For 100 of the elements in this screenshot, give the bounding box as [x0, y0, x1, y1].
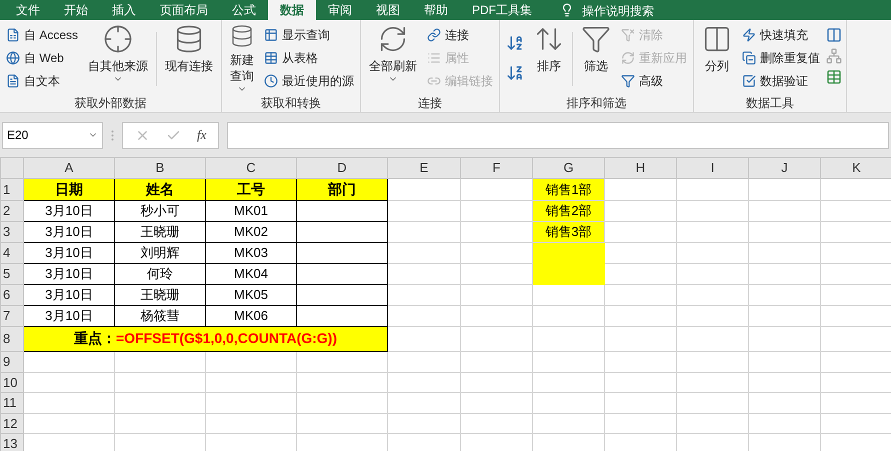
row-header[interactable]: 13 [0, 434, 24, 451]
column-header[interactable]: A [24, 158, 114, 178]
table-cell: 秒小可 [114, 200, 206, 222]
table-cell: 销售2部 [532, 200, 604, 222]
group-label: 获取外部数据 [74, 95, 148, 112]
select-all-corner[interactable] [0, 158, 24, 178]
table-cell: MK01 [206, 200, 296, 222]
column-header[interactable]: I [676, 158, 748, 178]
column-header[interactable]: E [388, 158, 460, 178]
ribbon-tab[interactable]: 页面布局 [148, 0, 220, 20]
row-header[interactable]: 12 [0, 413, 24, 434]
ribbon-tab[interactable]: 数据 [268, 0, 316, 20]
ribbon-tab[interactable]: 审阅 [316, 0, 364, 20]
link-icon [427, 28, 442, 42]
sort-ascending-icon [506, 34, 524, 52]
button-label: 分列 [705, 58, 730, 74]
button-label: 排序 [537, 58, 562, 74]
ribbon-button[interactable]: 最近使用的源 [262, 70, 356, 91]
ribbon-button[interactable]: 数据验证 [740, 70, 822, 91]
table-cell: MK05 [206, 284, 296, 306]
lightning-icon [742, 28, 756, 42]
ribbon-button[interactable]: 删除重复值 [740, 47, 822, 68]
ribbon-button[interactable]: 自文本 [4, 70, 80, 91]
insert-function-button[interactable]: fx [197, 125, 206, 145]
table-cell: 王晓珊 [114, 284, 206, 306]
ribbon-large-button[interactable]: 筛选 [577, 24, 616, 94]
table-cell: 销售3部 [532, 222, 604, 242]
button-label: 全部刷新 [369, 58, 418, 74]
name-box[interactable]: E20 [2, 122, 103, 148]
table-cell: 3月10日 [24, 242, 114, 264]
ribbon-large-button[interactable]: 排序 [530, 24, 568, 94]
refresh-icon [621, 50, 636, 64]
ribbon-tab[interactable]: 公式 [220, 0, 268, 20]
row-header[interactable]: 4 [0, 242, 24, 264]
ribbon-tab[interactable]: 帮助 [412, 0, 460, 20]
ribbon-large-button[interactable]: 新建 查询 [226, 24, 258, 94]
ribbon-button[interactable]: 从表格 [262, 47, 356, 68]
table-cell: 3月10日 [24, 284, 114, 306]
button-label: 现有连接 [165, 58, 214, 74]
row-header[interactable]: 8 [0, 326, 24, 352]
ribbon-large-button[interactable]: 分列 [698, 24, 736, 94]
document-icon [6, 74, 20, 88]
filter-icon [621, 28, 636, 42]
ribbon-tab[interactable]: 视图 [364, 0, 412, 20]
column-header[interactable]: K [820, 158, 891, 178]
table-cell: 3月10日 [24, 264, 114, 284]
search-field[interactable]: 操作说明搜索 [582, 2, 682, 20]
ribbon-large-button[interactable]: 自其他来源 [84, 24, 152, 94]
note-label: 重点： [74, 330, 116, 346]
row-header[interactable]: 3 [0, 222, 24, 242]
table-cell: MK04 [206, 264, 296, 284]
ribbon-button[interactable]: 自 Access [4, 24, 80, 45]
ribbon-button[interactable]: 显示查询 [262, 24, 356, 45]
ribbon-button[interactable]: 自 Web [4, 47, 80, 68]
column-header[interactable]: C [206, 158, 296, 178]
table-icon [264, 28, 278, 42]
ribbon-tab[interactable]: 插入 [100, 0, 148, 20]
row-header[interactable]: 1 [0, 178, 24, 200]
table-header-cell: 工号 [206, 178, 296, 200]
ribbon-large-button[interactable]: 全部刷新 [365, 24, 422, 94]
row-header[interactable]: 6 [0, 284, 24, 306]
row-header[interactable]: 2 [0, 200, 24, 222]
column-header[interactable]: B [114, 158, 206, 178]
ribbon-tab[interactable]: 开始 [52, 0, 100, 20]
row-header[interactable]: 11 [0, 392, 24, 413]
column-header[interactable]: G [532, 158, 604, 178]
ribbon-button[interactable]: 高级 [619, 70, 690, 91]
column-header[interactable]: J [748, 158, 820, 178]
lightbulb-icon [560, 3, 574, 17]
row-header[interactable]: 9 [0, 352, 24, 372]
row-header[interactable]: 5 [0, 264, 24, 284]
table-cell: 3月10日 [24, 200, 114, 222]
button-label: 查询 [230, 68, 254, 84]
table-header-cell: 部门 [296, 178, 388, 200]
network-icon [826, 48, 842, 64]
column-header[interactable]: D [296, 158, 388, 178]
sort-descending-icon [506, 64, 524, 82]
ribbon-large-button[interactable]: 现有连接 [161, 24, 218, 94]
ribbon-button[interactable]: 连接 [425, 24, 496, 45]
ribbon-tab[interactable]: PDF工具集 [460, 0, 544, 20]
table-cell: 3月10日 [24, 222, 114, 242]
table-icon [826, 69, 842, 85]
checkbox-icon [742, 74, 756, 88]
file-icon [6, 28, 20, 42]
group-label: 连接 [417, 95, 444, 112]
row-header[interactable]: 10 [0, 372, 24, 392]
clock-icon [264, 74, 278, 88]
formula-text: =OFFSET(G$1,0,0,COUNTA(G:G)) [116, 330, 338, 346]
column-header[interactable]: F [460, 158, 532, 178]
button-label: 筛选 [584, 58, 608, 74]
ribbon-button[interactable]: 快速填充 [740, 24, 822, 45]
ribbon-tab[interactable]: 文件 [4, 0, 52, 20]
database-icon [230, 24, 254, 48]
drag-handle-icon[interactable] [111, 130, 114, 140]
row-header[interactable]: 7 [0, 306, 24, 326]
table-cell: MK03 [206, 242, 296, 264]
column-header[interactable]: H [604, 158, 676, 178]
button-label: 自其他来源 [88, 58, 148, 74]
table-cell: 刘明辉 [114, 242, 206, 264]
formula-input[interactable] [227, 122, 889, 148]
